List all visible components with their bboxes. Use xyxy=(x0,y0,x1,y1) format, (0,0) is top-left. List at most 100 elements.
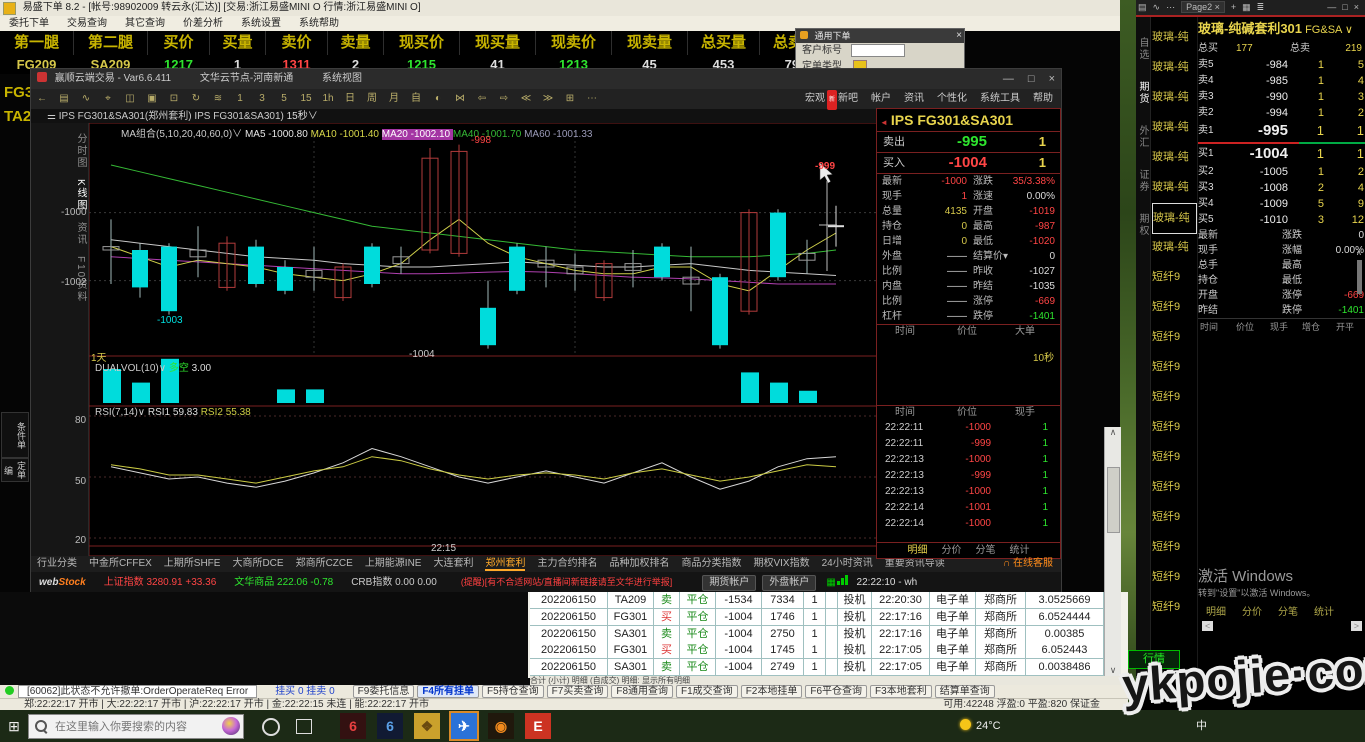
market-tab[interactable]: 上期能源INE xyxy=(365,558,422,569)
watchlist-item[interactable]: 短纤9 xyxy=(1152,473,1195,502)
order-cell[interactable]: TA209 xyxy=(608,592,654,609)
order-cell[interactable]: 买 xyxy=(654,609,680,626)
watchlist-item[interactable]: 玻璃-纯 xyxy=(1152,113,1195,142)
order-cell[interactable]: 投机 xyxy=(838,642,872,659)
order-cell[interactable]: 郑商所 xyxy=(976,592,1026,609)
market-tab[interactable]: 大连套利 xyxy=(433,558,473,569)
period-button[interactable]: 15 xyxy=(298,89,314,109)
online-service-link[interactable]: ∩ 在线客服 xyxy=(1003,556,1053,572)
period-button[interactable]: 自 xyxy=(408,89,424,109)
order-cell[interactable]: 1 xyxy=(804,609,826,626)
cloud-node-label[interactable]: 文华云节点-河南新通 xyxy=(200,73,293,84)
order-cell[interactable]: 0.0038486 xyxy=(1026,659,1104,676)
tab-统计[interactable]: 统计 xyxy=(1010,545,1030,556)
client-id-combo[interactable] xyxy=(851,44,905,57)
bid-row[interactable]: 买入-10041 xyxy=(877,153,1060,174)
market-tab[interactable]: 中金所CFFEX xyxy=(89,558,152,569)
watchlist-item[interactable]: 短纤9 xyxy=(1152,503,1195,532)
weather-widget[interactable]: 24°C xyxy=(960,710,1001,742)
orders-table[interactable]: 202206150TA209卖平仓-153473341投机22:20:30电子单… xyxy=(530,592,1106,676)
scrollbar-thumb[interactable] xyxy=(1357,260,1362,294)
tab-明细[interactable]: 明细 xyxy=(908,545,928,556)
order-cell[interactable]: 郑商所 xyxy=(976,609,1026,626)
period-button[interactable]: 3 xyxy=(254,89,270,109)
tab-分价[interactable]: 分价 xyxy=(942,545,962,556)
scroll-down-icon[interactable]: ∨ xyxy=(1105,665,1121,676)
watchlist-item[interactable]: 短纤9 xyxy=(1152,533,1195,562)
order-cell[interactable]: -1004 xyxy=(716,609,762,626)
watchlist-item[interactable]: 玻璃-纯 xyxy=(1152,53,1195,82)
panel-toolbar-icon[interactable]: + xyxy=(1231,2,1236,12)
period-button[interactable]: 月 xyxy=(386,89,402,109)
order-cell[interactable]: 投机 xyxy=(838,609,872,626)
side-tool-label[interactable]: 条件单 xyxy=(1,412,29,458)
maximize-icon[interactable]: □ xyxy=(1028,73,1035,85)
contract-row-stub[interactable]: TA2 xyxy=(4,108,31,125)
order-cell[interactable]: 1 xyxy=(804,592,826,609)
order-cell[interactable]: 22:20:30 xyxy=(872,592,930,609)
market-category-tab[interactable]: 自选 xyxy=(1135,37,1150,61)
fkey-button[interactable]: F3本地套利 xyxy=(870,685,932,698)
start-button[interactable]: ⊞ xyxy=(0,710,28,742)
order-cell[interactable]: 2750 xyxy=(762,626,804,643)
ask-row[interactable]: 卖出-9951 xyxy=(877,132,1060,153)
order-cell[interactable]: 22:17:16 xyxy=(872,609,930,626)
toolbar-nav-icon[interactable]: ⊞ xyxy=(562,89,578,109)
watchlist-item[interactable]: 短纤9 xyxy=(1152,323,1195,352)
order-cell[interactable]: 22:17:05 xyxy=(872,659,930,676)
watchlist-item[interactable]: 短纤9 xyxy=(1152,593,1195,622)
chart-window-controls[interactable]: —□× xyxy=(989,69,1055,89)
bid-level-row[interactable]: 买4-100959 xyxy=(1198,196,1365,212)
order-cell[interactable]: 平仓 xyxy=(680,592,716,609)
scroll-right-icon[interactable]: > xyxy=(1351,621,1362,631)
ask-level-row[interactable]: 卖1-99511 xyxy=(1198,121,1365,141)
order-cell[interactable]: 平仓 xyxy=(680,659,716,676)
fkey-button[interactable]: F7买卖查询 xyxy=(547,685,609,698)
cortana-icon[interactable] xyxy=(262,718,280,736)
market-tab[interactable]: 品种加权排名 xyxy=(609,558,669,569)
instrument-code[interactable]: FG&SA ∨ xyxy=(1302,24,1353,36)
close-icon[interactable]: × xyxy=(1354,2,1359,12)
wenhua-red-icon[interactable]: 6 xyxy=(340,713,366,739)
order-cell[interactable] xyxy=(826,642,838,659)
minimize-icon[interactable]: — xyxy=(1327,2,1336,12)
menu-item[interactable]: 个性化 xyxy=(937,93,967,104)
contract-name[interactable]: IPS FG301&SA301(郑州套利) IPS FG301&SA301) xyxy=(59,111,287,122)
contract-row-stub[interactable]: FG3 xyxy=(4,84,33,101)
orders-subtabs[interactable]: 合计 (小计) 明细 (自成交) 明细: 显示所有明细 xyxy=(530,676,1128,685)
close-icon[interactable]: × xyxy=(1049,73,1055,85)
order-cell[interactable]: 7334 xyxy=(762,592,804,609)
order-cell[interactable]: 卖 xyxy=(654,659,680,676)
order-cell[interactable]: -1534 xyxy=(716,592,762,609)
fkey-button[interactable]: F9委托信息 xyxy=(353,685,415,698)
trading-bird-icon[interactable]: ✈ xyxy=(451,713,477,739)
toolbar-nav-icon[interactable]: ◐ xyxy=(430,89,446,109)
toolbar-nav-icon[interactable]: ⇦ xyxy=(474,89,490,109)
toolbar-icon[interactable]: ∿ xyxy=(78,89,94,109)
order-cell[interactable]: 投机 xyxy=(838,592,872,609)
order-cell[interactable]: 投机 xyxy=(838,626,872,643)
order-cell[interactable] xyxy=(826,659,838,676)
tab-分价[interactable]: 分价 xyxy=(1242,607,1262,618)
fkey-button[interactable]: F4所有挂单 xyxy=(417,685,479,698)
order-cell[interactable]: 电子单 xyxy=(930,609,976,626)
order-cell[interactable]: 买 xyxy=(654,642,680,659)
chart-view-tab[interactable]: 分时图 xyxy=(31,133,88,169)
order-cell[interactable] xyxy=(826,626,838,643)
panel-toolbar-icon[interactable]: ≣ xyxy=(1257,2,1265,12)
order-cell[interactable]: 郑商所 xyxy=(976,659,1026,676)
market-tab[interactable]: 上期所SHFE xyxy=(164,558,221,569)
fkey-button[interactable]: F6平仓查询 xyxy=(805,685,867,698)
watchlist-item[interactable]: 短纤9 xyxy=(1152,383,1195,412)
market-category-tab[interactable]: 期货 xyxy=(1135,81,1150,105)
menu-item[interactable]: 帮助 xyxy=(1033,93,1053,104)
bid-level-row[interactable]: 买1-100411 xyxy=(1198,144,1365,164)
e-letter-icon[interactable]: E xyxy=(525,713,551,739)
menu-item[interactable]: 新吧 xyxy=(838,93,858,104)
order-cell[interactable]: 卖 xyxy=(654,592,680,609)
watchlist-item[interactable]: 玻璃-纯 xyxy=(1152,83,1195,112)
chart-area[interactable] xyxy=(89,123,879,557)
market-tab[interactable]: 郑州套利 xyxy=(485,558,525,571)
panel-scrollbar[interactable]: ∧ xyxy=(1356,248,1364,308)
order-cell[interactable]: 电子单 xyxy=(930,642,976,659)
